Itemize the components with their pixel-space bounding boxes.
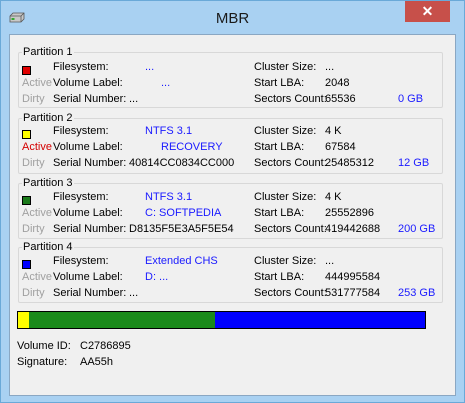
title-bar[interactable]: MBR ✕	[1, 1, 464, 35]
sectors-count-value: 25485312	[325, 157, 374, 169]
sectors-count-label: Sectors Count:	[254, 157, 327, 169]
dirty-status: Dirty	[22, 93, 45, 105]
volume-label-label: Volume Label:	[53, 207, 123, 219]
partition-title: Partition 2	[22, 112, 74, 124]
partition-color-swatch	[22, 260, 31, 269]
volume-id-label: Volume ID:	[17, 340, 71, 352]
filesystem-label: Filesystem:	[53, 191, 109, 203]
close-button[interactable]: ✕	[405, 1, 450, 22]
start-lba-value: 25552896	[325, 207, 374, 219]
serial-number-label: Serial Number:	[53, 157, 127, 169]
partition-usage-bar	[17, 311, 426, 329]
filesystem-value: NTFS 3.1	[145, 191, 193, 203]
partition-1-group: Partition 1 Filesystem: ... Cluster Size…	[18, 46, 443, 108]
cluster-size-label: Cluster Size:	[254, 255, 317, 267]
serial-number-value: ...	[129, 93, 139, 105]
filesystem-value: ...	[145, 61, 155, 73]
sectors-count-label: Sectors Count:	[254, 93, 327, 105]
volume-label-label: Volume Label:	[53, 271, 123, 283]
mbr-window: MBR ✕ Partition 1 Filesystem: ... Cluste…	[0, 0, 465, 403]
serial-number-value: D8135F5E3A5F5E54	[129, 223, 234, 235]
sectors-count-value: 531777584	[325, 287, 381, 299]
partition-title: Partition 4	[22, 241, 74, 253]
sectors-count-value: 419442688	[325, 223, 381, 235]
active-status: Active	[22, 77, 52, 89]
partition-size-value: 0 GB	[398, 93, 424, 105]
filesystem-label: Filesystem:	[53, 255, 109, 267]
serial-number-value: 40814CC0834CC000	[129, 157, 235, 169]
volume-label-value: D: ...	[145, 271, 169, 283]
partition-size-value: 253 GB	[398, 287, 436, 299]
sectors-count-value: 65536	[325, 93, 356, 105]
partition-color-swatch	[22, 196, 31, 205]
cluster-size-label: Cluster Size:	[254, 61, 317, 73]
serial-number-value: ...	[129, 287, 139, 299]
sectors-count-label: Sectors Count:	[254, 287, 327, 299]
cluster-size-label: Cluster Size:	[254, 191, 317, 203]
filesystem-value: NTFS 3.1	[145, 125, 193, 137]
partition-4-group: Partition 4 Filesystem: Extended CHS Clu…	[18, 241, 443, 303]
start-lba-value: 444995584	[325, 271, 381, 283]
serial-number-label: Serial Number:	[53, 223, 127, 235]
volume-label-value: ...	[161, 77, 171, 89]
serial-number-label: Serial Number:	[53, 93, 127, 105]
partition-color-swatch	[22, 66, 31, 75]
dirty-status: Dirty	[22, 157, 45, 169]
signature-value: AA55h	[80, 356, 114, 368]
active-status: Active	[22, 141, 52, 153]
filesystem-value: Extended CHS	[145, 255, 218, 267]
filesystem-label: Filesystem:	[53, 61, 109, 73]
start-lba-label: Start LBA:	[254, 77, 305, 89]
volume-label-label: Volume Label:	[53, 77, 123, 89]
start-lba-label: Start LBA:	[254, 141, 305, 153]
start-lba-label: Start LBA:	[254, 271, 305, 283]
volume-label-value: C: SOFTPEDIA	[145, 207, 222, 219]
partition-3-segment	[29, 312, 216, 328]
start-lba-label: Start LBA:	[254, 207, 305, 219]
partition-3-group: Partition 3 Filesystem: NTFS 3.1 Cluster…	[18, 177, 443, 239]
dirty-status: Dirty	[22, 287, 45, 299]
cluster-size-value: 4 K	[325, 125, 342, 137]
sectors-count-label: Sectors Count:	[254, 223, 327, 235]
cluster-size-label: Cluster Size:	[254, 125, 317, 137]
partition-title: Partition 3	[22, 177, 74, 189]
cluster-size-value: ...	[325, 61, 335, 73]
partition-size-value: 200 GB	[398, 223, 436, 235]
volume-label-label: Volume Label:	[53, 141, 123, 153]
partition-size-value: 12 GB	[398, 157, 430, 169]
active-status: Active	[22, 207, 52, 219]
start-lba-value: 2048	[325, 77, 350, 89]
start-lba-value: 67584	[325, 141, 356, 153]
client-area: Partition 1 Filesystem: ... Cluster Size…	[9, 34, 456, 396]
volume-label-value: RECOVERY	[161, 141, 223, 153]
volume-id-value: C2786895	[80, 340, 131, 352]
serial-number-label: Serial Number:	[53, 287, 127, 299]
partition-2-segment	[18, 312, 29, 328]
signature-label: Signature:	[17, 356, 68, 368]
partition-title: Partition 1	[22, 46, 74, 58]
filesystem-label: Filesystem:	[53, 125, 109, 137]
cluster-size-value: 4 K	[325, 191, 342, 203]
partition-4-segment	[215, 312, 425, 328]
dirty-status: Dirty	[22, 223, 45, 235]
cluster-size-value: ...	[325, 255, 335, 267]
window-title: MBR	[215, 10, 250, 27]
partition-color-swatch	[22, 130, 31, 139]
partition-2-group: Partition 2 Filesystem: NTFS 3.1 Cluster…	[18, 112, 443, 174]
active-status: Active	[22, 271, 52, 283]
